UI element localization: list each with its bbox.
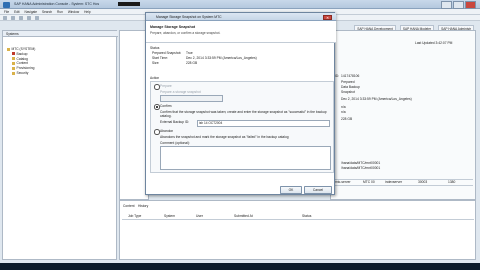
detail-status: Prepared (341, 80, 355, 84)
last-updated: Last Updated 3:42:07 PM (415, 41, 453, 45)
dialog-header: Manage Storage Snapshot Prepare, abandon… (146, 21, 336, 43)
new-icon[interactable] (3, 16, 7, 20)
job-progress-pane: Content History Job Type System User Sub… (119, 200, 476, 260)
col-status: Status (302, 214, 312, 218)
detail-na-1: n/a (341, 105, 346, 109)
col-system: System (164, 214, 175, 218)
menu-navigate[interactable]: Navigate (24, 10, 37, 14)
external-id-label: External Backup ID: (160, 120, 190, 124)
detail-path-2: /hana/data/MTC/mnt00001 (341, 166, 381, 170)
col-user: User (196, 214, 203, 218)
redacted-text (118, 2, 140, 6)
folder-icon (12, 71, 15, 75)
detail-id-label: ID: (335, 74, 340, 78)
detail-id-value: 1417478106 (341, 74, 360, 78)
systems-tab[interactable]: Systems (3, 31, 118, 37)
dialog-close-icon[interactable]: ✕ (323, 14, 332, 20)
confirm-radio[interactable] (154, 104, 160, 110)
detail-start-time: Dec 2, 2014 3:33:59 PM (America/Los_Ange… (341, 97, 412, 101)
minimize-icon[interactable] (441, 1, 452, 9)
detail-destination: Snapshot (341, 90, 355, 94)
comment-textarea[interactable] (160, 146, 331, 170)
back-icon[interactable] (27, 16, 31, 20)
size-value: 228 GB (186, 61, 198, 65)
prepared-snapshot-label: Prepared Snapshot: (152, 51, 182, 55)
comment-label: Comment (optional): (160, 141, 190, 145)
tree-item-security[interactable]: Security (7, 71, 35, 76)
size-label: Size: (152, 61, 160, 65)
folder-icon (12, 62, 15, 66)
start-time-value: Dec 2, 2014 3:33:59 PM (America/Los_Ange… (186, 56, 257, 60)
backup-icon (12, 52, 15, 56)
status-group-label: Status (150, 46, 160, 50)
close-icon[interactable] (465, 1, 476, 9)
save-icon[interactable] (11, 16, 15, 20)
desktop-screen: SAP HANA Administration Console - System… (0, 0, 480, 263)
abandon-radio[interactable] (154, 129, 160, 135)
menu-window[interactable]: Window (68, 10, 79, 14)
menu-file[interactable]: File (4, 10, 9, 14)
maximize-icon[interactable] (453, 1, 464, 9)
col-job-type: Job Type (128, 214, 142, 218)
abandon-description: Abandons the snapshot and mark the stora… (160, 135, 289, 139)
action-section: Prepare Prepare a storage snapshot Confi… (150, 81, 334, 173)
detail-path-1: /hana/data/MTC/mnt00001 (341, 161, 381, 165)
folder-icon (12, 66, 15, 70)
backup-details-pane: Last Updated 3:42:07 PM ID: 1417478106 P… (330, 30, 476, 200)
external-id-input[interactable]: ish 14 OCT2004 (197, 119, 330, 127)
app-icon (3, 1, 10, 8)
col-submitted-at: Submitted At (234, 214, 253, 218)
prepared-snapshot-value: True (186, 51, 193, 55)
dialog-header-subtitle: Prepare, abandon, or confirm a storage s… (150, 31, 221, 35)
detail-size: 228 GB (341, 117, 353, 121)
window-titlebar: SAP HANA Administration Console - System… (0, 0, 480, 9)
manage-snapshot-dialog: Manage Storage Snapshot on System MTC ✕ … (145, 12, 336, 195)
start-time-label: Start Time: (152, 56, 168, 60)
abandon-label: Abandon (160, 129, 174, 133)
confirm-description: Confirm that the storage snapshot was ta… (160, 110, 327, 119)
menu-edit[interactable]: Edit (14, 10, 20, 14)
forward-icon[interactable] (35, 16, 39, 20)
confirm-label: Confirm (160, 104, 172, 108)
detail-type: Data Backup (341, 85, 360, 89)
tab-content[interactable]: Content (123, 204, 135, 208)
taskbar (0, 263, 480, 270)
systems-tree: MTC (SYSTEM) Backup Catalog Content Prov… (7, 47, 35, 76)
job-table-header: Job Type System User Submitted At Status (122, 214, 474, 220)
detail-table-row: mtc-server MTC 00 indexserver 30003 1380 (333, 179, 473, 186)
ok-button[interactable]: OK (280, 186, 302, 194)
detail-na-2: n/a (341, 110, 346, 114)
action-group-label: Action (150, 76, 160, 80)
system-icon (7, 47, 10, 51)
menu-help[interactable]: Help (84, 10, 91, 14)
window-title: SAP HANA Administration Console - System… (14, 2, 100, 6)
folder-icon (12, 57, 15, 61)
prepare-radio[interactable] (154, 84, 160, 90)
systems-view: Systems MTC (SYSTEM) Backup Catalog Cont… (2, 30, 118, 260)
menu-search[interactable]: Search (42, 10, 52, 14)
prepare-field (160, 95, 223, 102)
dialog-header-title: Manage Storage Snapshot (150, 25, 196, 29)
menu-run[interactable]: Run (57, 10, 63, 14)
prepare-description: Prepare a storage snapshot (160, 90, 201, 94)
prepare-label: Prepare (160, 84, 172, 88)
tab-history[interactable]: History (138, 204, 148, 208)
cancel-button[interactable]: Cancel (304, 186, 332, 194)
dialog-title: Manage Storage Snapshot on System MTC (146, 13, 336, 21)
print-icon[interactable] (19, 16, 23, 20)
